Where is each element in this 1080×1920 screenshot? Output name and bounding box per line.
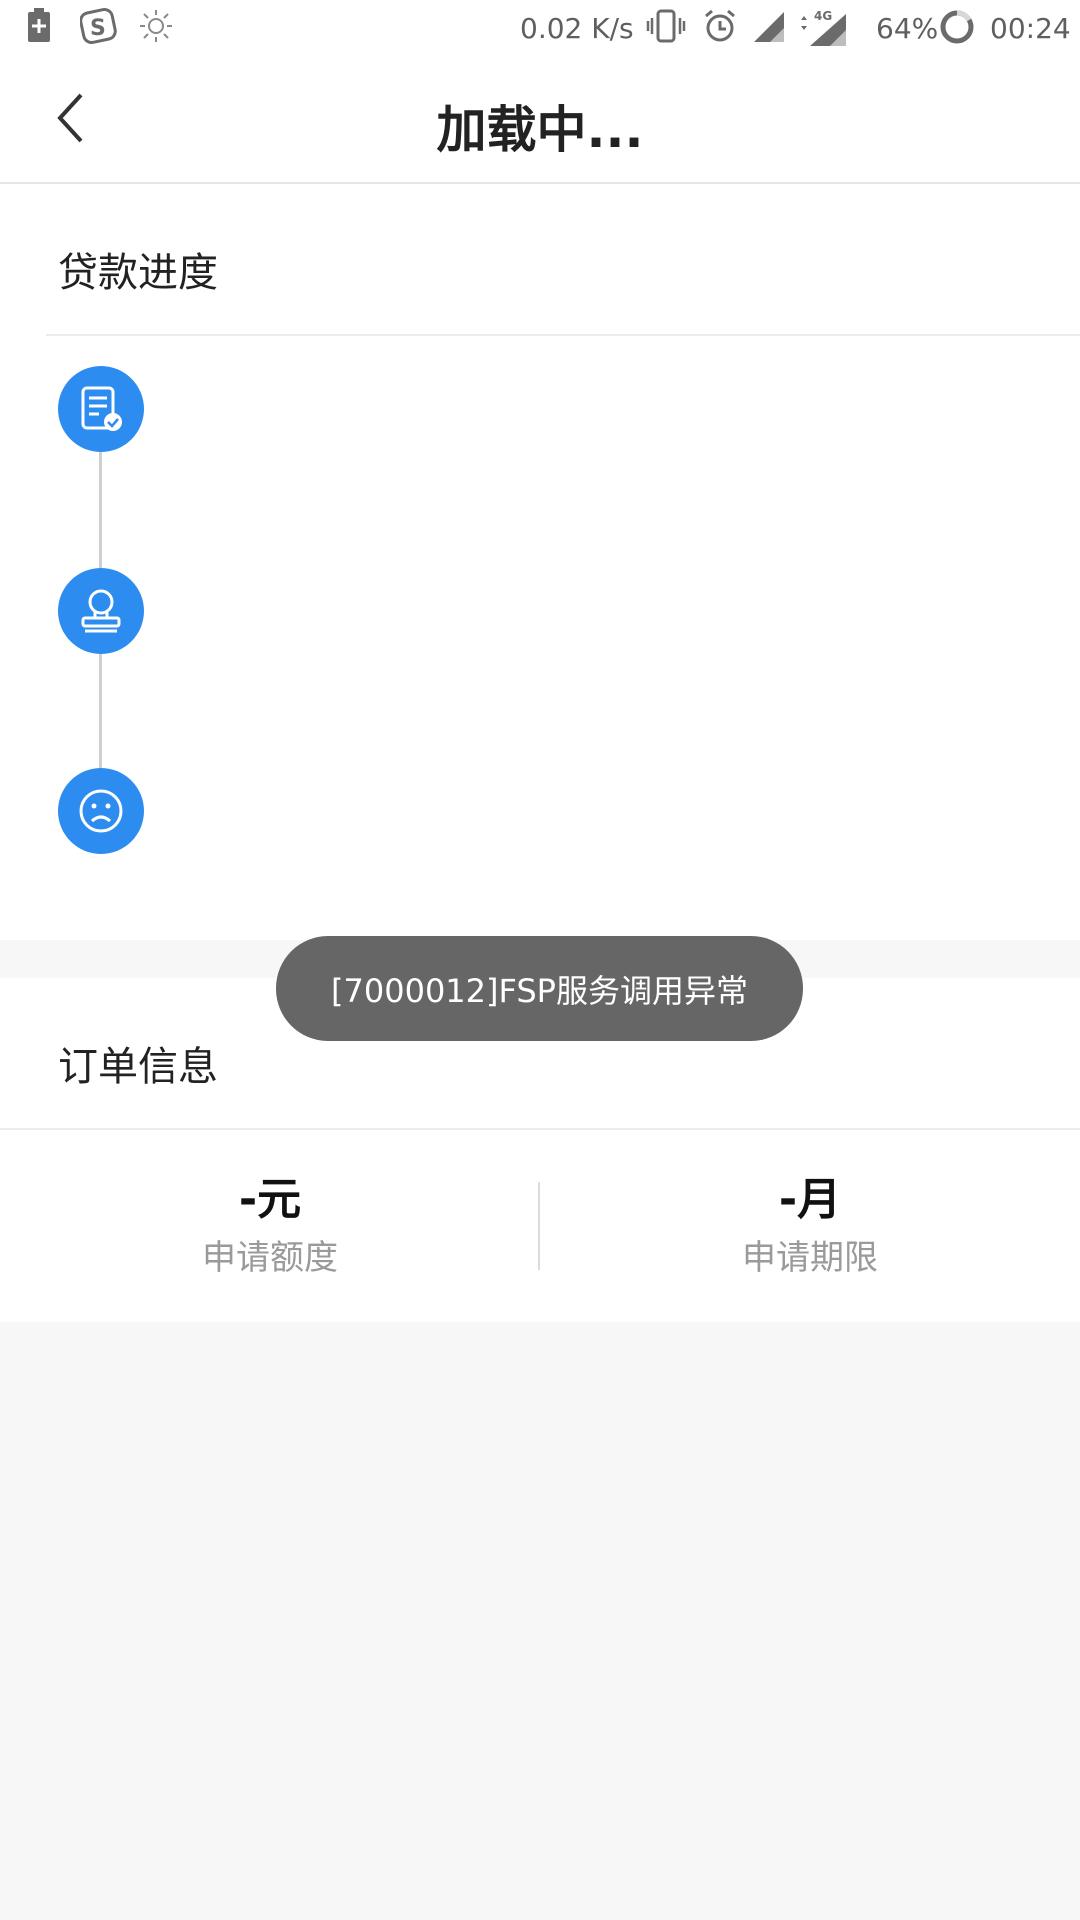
brightness-icon — [138, 8, 174, 51]
page-title: 加载中... — [436, 101, 644, 159]
status-bar: S 0.02 K/s 4G 64% 00:24 — [0, 0, 1080, 60]
battery-charging-icon — [26, 8, 52, 51]
order-info-title: 订单信息 — [58, 1044, 218, 1090]
document-check-icon — [81, 386, 122, 431]
applied-amount-value: -元 — [238, 1174, 302, 1225]
alarm-icon — [702, 8, 738, 51]
clock-time: 00:24 — [990, 12, 1071, 45]
progress-connector — [99, 654, 102, 768]
sogou-icon: S — [79, 7, 118, 51]
network-speed: 0.02 K/s — [520, 12, 634, 45]
error-toast: [7000012]FSP服务调用异常 — [276, 936, 803, 1041]
progress-step-result — [58, 768, 144, 854]
app-header: 加载中... — [0, 60, 1080, 184]
progress-connector — [99, 452, 102, 568]
sad-face-icon — [79, 789, 123, 833]
applied-term-value: -月 — [778, 1174, 842, 1225]
loan-progress-card: 贷款进度 — [0, 184, 1080, 940]
signal-4g-icon: 4G — [796, 8, 856, 55]
divider — [0, 1128, 1080, 1130]
applied-amount-label: 申请额度 — [202, 1238, 338, 1278]
applied-term-label: 申请期限 — [742, 1238, 878, 1278]
applied-amount: -元 申请额度 — [0, 1174, 540, 1279]
battery-percent: 64% — [876, 12, 939, 45]
battery-ring-icon — [938, 8, 976, 53]
svg-text:4G: 4G — [814, 9, 832, 23]
progress-step-submitted — [58, 366, 144, 452]
progress-step-review — [58, 568, 144, 654]
page: S 0.02 K/s 4G 64% 00:24 加载中... 贷款进度 订单信息… — [0, 0, 1080, 1920]
loan-progress-title: 贷款进度 — [58, 250, 218, 296]
vibrate-icon — [646, 8, 686, 51]
svg-text:S: S — [90, 16, 106, 41]
signal-icon — [752, 8, 788, 51]
applied-term: -月 申请期限 — [540, 1174, 1080, 1279]
divider — [46, 334, 1080, 336]
stamp-icon — [81, 589, 121, 633]
